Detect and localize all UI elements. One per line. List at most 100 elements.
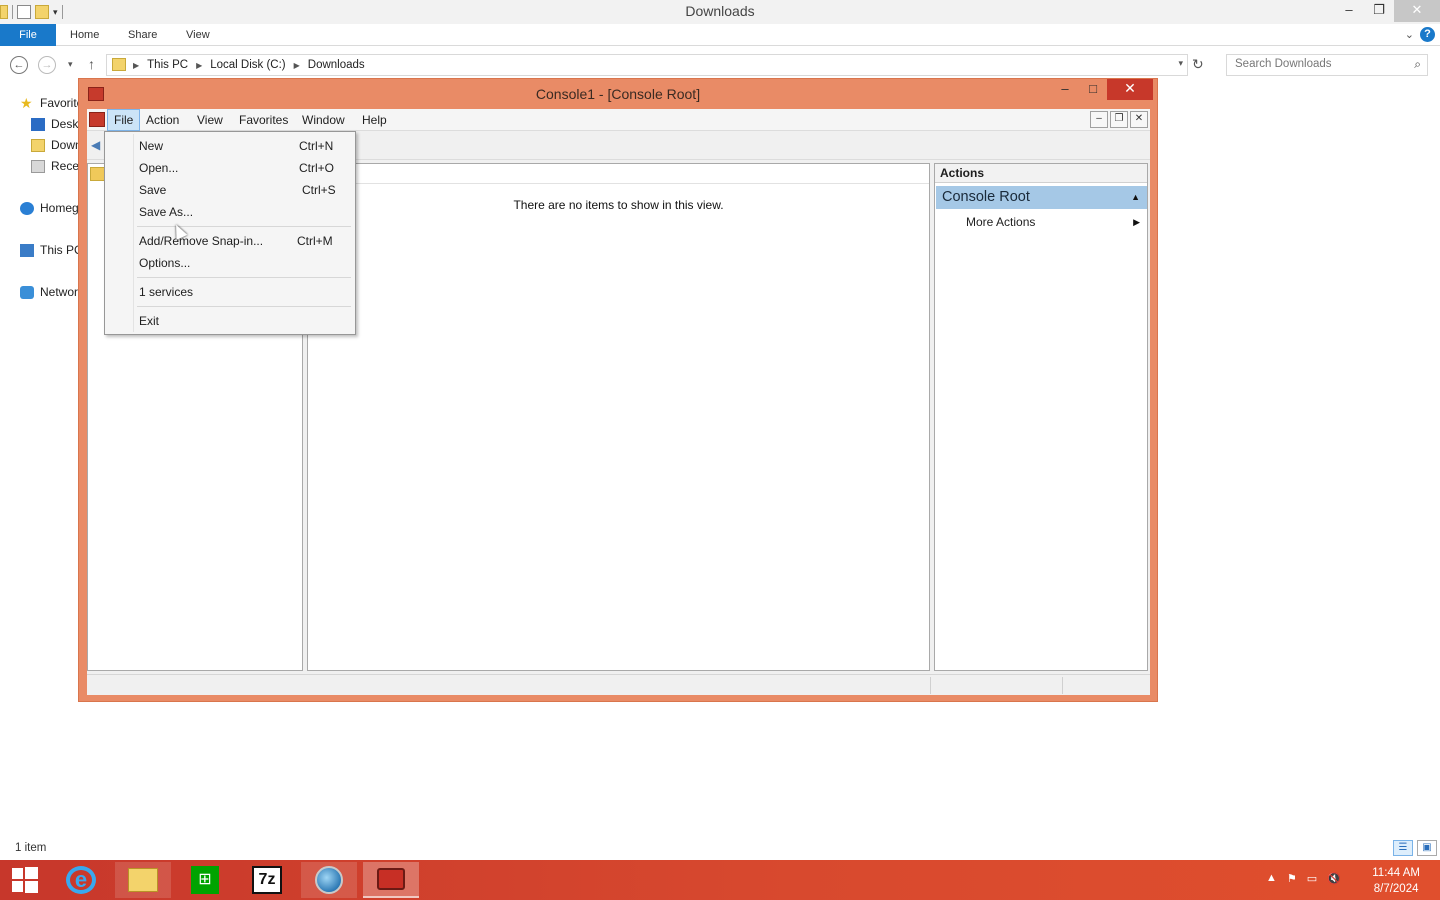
nav-label: Homegroup: [40, 201, 80, 215]
nav-item-desktop[interactable]: Desktop: [31, 115, 80, 133]
action-center-flag-icon[interactable]: ⚑: [1287, 872, 1297, 885]
nav-item-recent-places[interactable]: Recent places: [31, 157, 80, 175]
child-minimize-button[interactable]: –: [1090, 111, 1108, 128]
clock[interactable]: 11:44 AM 8/7/2024: [1372, 865, 1420, 897]
child-close-button[interactable]: ✕: [1130, 111, 1148, 128]
search-input[interactable]: Search Downloads ⌕: [1226, 54, 1428, 76]
menu-item-open[interactable]: Open... Ctrl+O: [107, 157, 353, 179]
start-button[interactable]: [10, 867, 38, 893]
tab-home[interactable]: Home: [70, 24, 99, 46]
menu-item-label: Save As...: [139, 205, 194, 219]
menu-separator: [137, 277, 351, 278]
item-count: 1 item: [15, 842, 47, 854]
menu-item-save-as[interactable]: Save As...: [107, 201, 353, 223]
actions-header: Actions: [935, 164, 1147, 183]
menu-item-shortcut: Ctrl+M: [297, 234, 333, 248]
recent-locations-icon[interactable]: ▾: [68, 59, 73, 70]
network-icon[interactable]: ▭: [1307, 872, 1317, 885]
menu-item-label: Options...: [139, 256, 191, 270]
results-pane[interactable]: There are no items to show in this view.: [307, 163, 930, 671]
nav-item-network[interactable]: Network: [20, 283, 80, 301]
windows-logo-icon: [12, 868, 23, 879]
more-actions-item[interactable]: More Actions: [966, 215, 1035, 229]
actions-section-console-root[interactable]: Console Root ▲: [936, 186, 1147, 209]
menu-view[interactable]: View: [191, 109, 229, 131]
help-icon[interactable]: ?: [1420, 27, 1435, 42]
menu-favorites[interactable]: Favorites: [233, 109, 294, 131]
explorer-titlebar: ▾ Downloads – ❐ ✕: [0, 0, 1440, 24]
tab-share[interactable]: Share: [128, 24, 157, 46]
close-button[interactable]: ✕: [1394, 0, 1440, 22]
computer-icon: [20, 243, 34, 257]
collapse-up-icon[interactable]: ▲: [1131, 186, 1140, 209]
mmc-menubar: File Action View Favorites Window Help –…: [87, 109, 1150, 131]
breadcrumb-downloads[interactable]: Downloads: [308, 59, 365, 72]
breadcrumb-separator-icon: ▶: [133, 61, 140, 70]
maximize-button[interactable]: □: [1079, 79, 1107, 100]
menu-item-new[interactable]: New Ctrl+N: [107, 135, 353, 157]
back-icon[interactable]: ◀: [91, 138, 100, 152]
menu-file[interactable]: File: [107, 109, 141, 131]
breadcrumb-this-pc[interactable]: This PC: [147, 59, 188, 72]
menu-item-label: New: [139, 139, 164, 153]
minimize-button[interactable]: –: [1051, 79, 1079, 100]
windows-logo-icon: [25, 867, 38, 879]
nav-item-homegroup[interactable]: Homegroup: [20, 199, 80, 217]
breadcrumb-separator-icon[interactable]: ▶: [196, 59, 202, 72]
address-bar[interactable]: ▶ This PC ▶ Local Disk (C:) ▶ Downloads …: [106, 54, 1188, 76]
star-icon: ★: [20, 94, 33, 111]
menu-item-save[interactable]: Save Ctrl+S: [107, 179, 353, 201]
nav-label: Recent places: [51, 159, 80, 173]
menu-separator: [137, 226, 351, 227]
mmc-title: Console1 - [Console Root]: [535, 86, 701, 102]
desktop-icon: [31, 117, 45, 131]
menu-action[interactable]: Action: [140, 109, 185, 131]
close-button[interactable]: ✕: [1107, 79, 1153, 100]
system-tray: ▲ ⚑ ▭ 🔇: [1266, 872, 1341, 885]
search-icon[interactable]: ⌕: [1414, 57, 1421, 72]
menu-item-options[interactable]: Options...: [107, 252, 353, 274]
menu-item-add-remove-snap-in[interactable]: Add/Remove Snap-in... Ctrl+M: [107, 230, 353, 252]
menu-item-label: Save: [139, 183, 167, 197]
console-icon[interactable]: [89, 112, 105, 127]
taskbar-7zip[interactable]: 7z: [239, 862, 295, 898]
status-divider: [1062, 677, 1063, 694]
menu-help[interactable]: Help: [356, 109, 393, 131]
back-button[interactable]: ←: [10, 56, 28, 74]
breadcrumb-separator-icon[interactable]: ▶: [294, 59, 300, 72]
address-dropdown-icon[interactable]: ▾: [1178, 58, 1183, 69]
nav-label: Downloads: [51, 138, 80, 152]
clock-date: 8/7/2024: [1373, 883, 1419, 895]
nav-item-downloads[interactable]: Downloads: [31, 136, 80, 154]
address-row: ← → ▾ ↑ ▶ This PC ▶ Local Disk (C:) ▶ Do…: [0, 50, 1440, 80]
show-hidden-icons-icon[interactable]: ▲: [1266, 872, 1277, 885]
nav-item-this-pc[interactable]: This PC: [20, 241, 80, 259]
mmc-titlebar: Console1 - [Console Root] – □ ✕: [79, 79, 1157, 109]
taskbar-internet-explorer[interactable]: e: [53, 862, 109, 898]
forward-button[interactable]: →: [38, 56, 56, 74]
menu-item-shortcut: Ctrl+O: [299, 161, 335, 175]
details-view-icon[interactable]: ☰: [1393, 840, 1413, 856]
folder-icon: [112, 58, 126, 71]
tab-file[interactable]: File: [0, 24, 56, 46]
refresh-icon[interactable]: ↻: [1192, 56, 1204, 73]
taskbar-mmc[interactable]: [363, 862, 419, 898]
taskbar-store[interactable]: ⊞: [177, 862, 233, 898]
volume-muted-icon[interactable]: 🔇: [1327, 872, 1341, 885]
child-restore-button[interactable]: ❐: [1110, 111, 1128, 128]
expand-ribbon-icon[interactable]: ⌄: [1405, 28, 1414, 41]
taskbar-globe-app[interactable]: [301, 862, 357, 898]
taskbar-file-explorer[interactable]: [115, 862, 171, 898]
downloads-folder-icon: [31, 138, 45, 152]
nav-item-favorites[interactable]: ★ Favorites: [20, 94, 80, 112]
menu-item-label: Open...: [139, 161, 179, 175]
restore-button[interactable]: ❐: [1364, 0, 1394, 22]
breadcrumb-local-disk[interactable]: Local Disk (C:): [210, 59, 285, 72]
minimize-button[interactable]: –: [1334, 0, 1364, 22]
menu-window[interactable]: Window: [296, 109, 351, 131]
up-button[interactable]: ↑: [88, 56, 95, 72]
large-icons-view-icon[interactable]: ▣: [1417, 840, 1437, 856]
menu-item-exit[interactable]: Exit: [107, 310, 353, 332]
tab-view[interactable]: View: [186, 24, 210, 46]
menu-item-recent-file[interactable]: 1 services: [107, 281, 353, 303]
